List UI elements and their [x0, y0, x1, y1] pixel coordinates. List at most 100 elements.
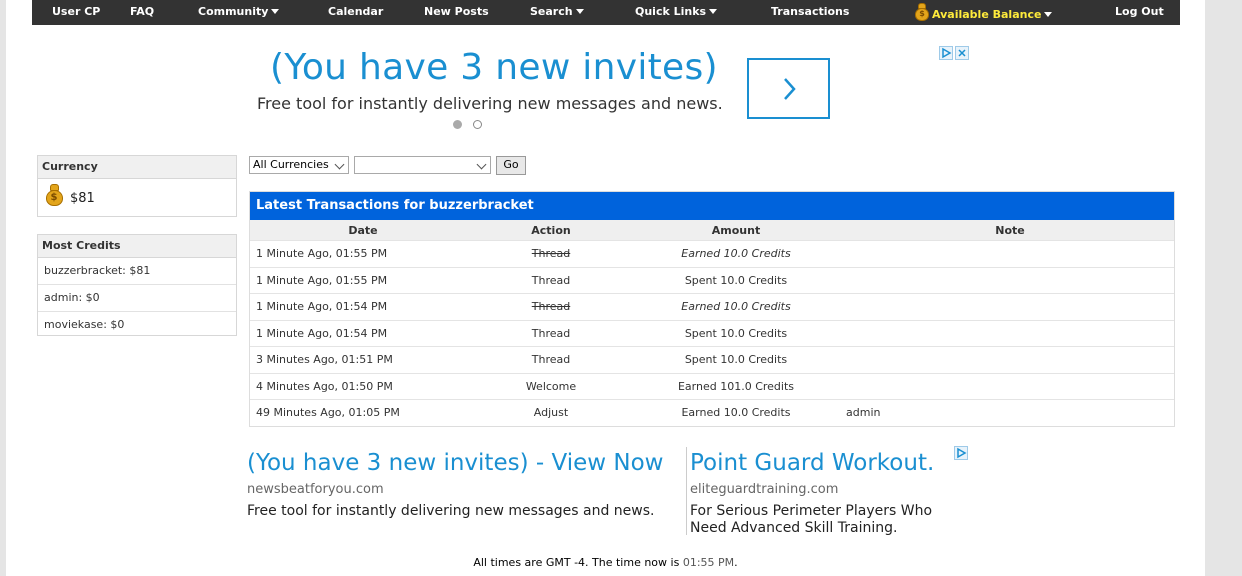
- list-item[interactable]: buzzerbracket: $81: [38, 258, 236, 285]
- adchoices-icon[interactable]: [939, 46, 953, 60]
- nav-user-cp[interactable]: User CP: [52, 5, 100, 18]
- cell-note: [846, 346, 1174, 373]
- money-bag-icon: $: [914, 3, 930, 21]
- cell-action: Thread: [476, 240, 626, 267]
- table-row: 1 Minute Ago, 01:55 PM Thread Spent 10.0…: [250, 266, 1174, 294]
- nav-quick-links[interactable]: Quick Links: [635, 5, 718, 18]
- list-item[interactable]: moviekase: $0: [38, 312, 236, 338]
- close-ad-icon[interactable]: [955, 46, 969, 60]
- cell-action: Adjust: [476, 399, 626, 426]
- chevron-down-icon: [271, 9, 280, 14]
- footer-time-suffix: .: [734, 556, 738, 569]
- cell-date: 4 Minutes Ago, 01:50 PM: [250, 372, 476, 400]
- transactions-table: Date Action Amount Note 1 Minute Ago, 01…: [250, 220, 1174, 426]
- top-ad-next-button[interactable]: [747, 58, 830, 119]
- footer-time-prefix: All times are GMT -4. The time now is: [473, 556, 680, 569]
- cell-action: Thread: [476, 319, 626, 347]
- nav-available-balance-label: Available Balance: [932, 8, 1042, 21]
- table-row: 1 Minute Ago, 01:55 PM Thread Earned 10.…: [250, 240, 1174, 267]
- table-row: 49 Minutes Ago, 01:05 PM Adjust Earned 1…: [250, 399, 1174, 426]
- cell-amount: Earned 10.0 Credits: [626, 293, 846, 320]
- cell-action: Welcome: [476, 372, 626, 400]
- top-ad-description: Free tool for instantly delivering new m…: [257, 94, 723, 113]
- list-item[interactable]: admin: $0: [38, 285, 236, 312]
- cell-amount: Spent 10.0 Credits: [626, 346, 846, 373]
- cell-amount: Earned 101.0 Credits: [626, 372, 846, 400]
- page: User CP FAQ Community Calendar New Posts…: [6, 0, 1205, 576]
- chevron-down-icon: [1044, 12, 1053, 17]
- cell-amount: Earned 10.0 Credits: [626, 399, 846, 426]
- footer-time: All times are GMT -4. The time now is 01…: [6, 556, 1205, 569]
- table-row: 3 Minutes Ago, 01:51 PM Thread Spent 10.…: [250, 346, 1174, 373]
- table-row: 1 Minute Ago, 01:54 PM Thread Spent 10.0…: [250, 319, 1174, 347]
- chevron-right-icon: [784, 78, 796, 100]
- cell-date: 1 Minute Ago, 01:54 PM: [250, 319, 476, 347]
- cell-date: 1 Minute Ago, 01:55 PM: [250, 240, 476, 267]
- currency-balance: $ $81: [38, 179, 236, 217]
- nav-community-label: Community: [198, 5, 269, 18]
- bottom-left-ad-title[interactable]: (You have 3 new invites) - View Now: [247, 448, 663, 478]
- chevron-down-icon: [476, 159, 487, 170]
- cell-date: 1 Minute Ago, 01:54 PM: [250, 293, 476, 320]
- footer-current-time: 01:55 PM: [682, 556, 735, 569]
- top-navigation-bar: User CP FAQ Community Calendar New Posts…: [32, 0, 1180, 25]
- ad-divider: [686, 447, 687, 535]
- nav-faq[interactable]: FAQ: [130, 5, 154, 18]
- transactions-panel: Latest Transactions for buzzerbracket Da…: [249, 191, 1175, 427]
- transactions-title: Latest Transactions for buzzerbracket: [250, 192, 1174, 220]
- column-header-note[interactable]: Note: [846, 220, 1174, 241]
- chevron-down-icon: [334, 159, 345, 170]
- currency-select[interactable]: All Currencies: [249, 156, 349, 174]
- chevron-down-icon: [575, 9, 584, 14]
- cell-note: [846, 266, 1174, 294]
- column-header-date[interactable]: Date: [250, 220, 476, 241]
- cell-amount: Earned 10.0 Credits: [626, 240, 846, 267]
- cell-action: Thread: [476, 293, 626, 320]
- column-header-amount[interactable]: Amount: [626, 220, 846, 241]
- currency-select-value: All Currencies: [253, 158, 329, 171]
- bottom-right-ad-title[interactable]: Point Guard Workout.: [690, 448, 934, 478]
- cell-note: [846, 372, 1174, 400]
- bottom-left-ad-description: Free tool for instantly delivering new m…: [247, 503, 655, 519]
- cell-note: [846, 240, 1174, 267]
- nav-available-balance[interactable]: $ Available Balance: [914, 3, 1053, 21]
- cell-date: 49 Minutes Ago, 01:05 PM: [250, 399, 476, 426]
- top-ad-headline[interactable]: (You have 3 new invites): [270, 45, 718, 91]
- table-header-row: Date Action Amount Note: [250, 220, 1174, 241]
- cell-amount: Spent 10.0 Credits: [626, 266, 846, 294]
- cell-date: 1 Minute Ago, 01:55 PM: [250, 266, 476, 294]
- nav-new-posts[interactable]: New Posts: [424, 5, 489, 18]
- secondary-select[interactable]: [354, 156, 491, 174]
- currency-block: Currency $ $81: [37, 155, 237, 217]
- nav-search[interactable]: Search: [530, 5, 584, 18]
- most-credits-heading: Most Credits: [38, 235, 236, 258]
- go-button[interactable]: Go: [496, 156, 526, 175]
- cell-note: [846, 319, 1174, 347]
- cell-note: [846, 293, 1174, 320]
- bottom-right-ad-url[interactable]: eliteguardtraining.com: [690, 482, 838, 497]
- carousel-dot[interactable]: [473, 120, 482, 129]
- nav-calendar[interactable]: Calendar: [328, 5, 383, 18]
- carousel-dot-active[interactable]: [453, 120, 462, 129]
- table-row: 4 Minutes Ago, 01:50 PM Welcome Earned 1…: [250, 372, 1174, 400]
- cell-amount: Spent 10.0 Credits: [626, 319, 846, 347]
- cell-action: Thread: [476, 266, 626, 294]
- table-row: 1 Minute Ago, 01:54 PM Thread Earned 10.…: [250, 293, 1174, 320]
- nav-quick-links-label: Quick Links: [635, 5, 707, 18]
- cell-date: 3 Minutes Ago, 01:51 PM: [250, 346, 476, 373]
- nav-search-label: Search: [530, 5, 573, 18]
- adchoices-icon[interactable]: [954, 446, 968, 460]
- cell-note: admin: [846, 399, 1174, 426]
- nav-log-out[interactable]: Log Out: [1115, 5, 1164, 18]
- cell-action: Thread: [476, 346, 626, 373]
- money-bag-icon: $: [44, 184, 64, 206]
- nav-transactions[interactable]: Transactions: [771, 5, 849, 18]
- currency-heading: Currency: [38, 156, 236, 179]
- bottom-left-ad-url[interactable]: newsbeatforyou.com: [247, 482, 384, 497]
- chevron-down-icon: [709, 9, 718, 14]
- most-credits-block: Most Credits buzzerbracket: $81 admin: $…: [37, 234, 237, 336]
- currency-value: $81: [70, 191, 95, 206]
- bottom-right-ad-description: For Serious Perimeter Players Who Need A…: [690, 503, 933, 536]
- nav-community[interactable]: Community: [198, 5, 280, 18]
- column-header-action[interactable]: Action: [476, 220, 626, 241]
